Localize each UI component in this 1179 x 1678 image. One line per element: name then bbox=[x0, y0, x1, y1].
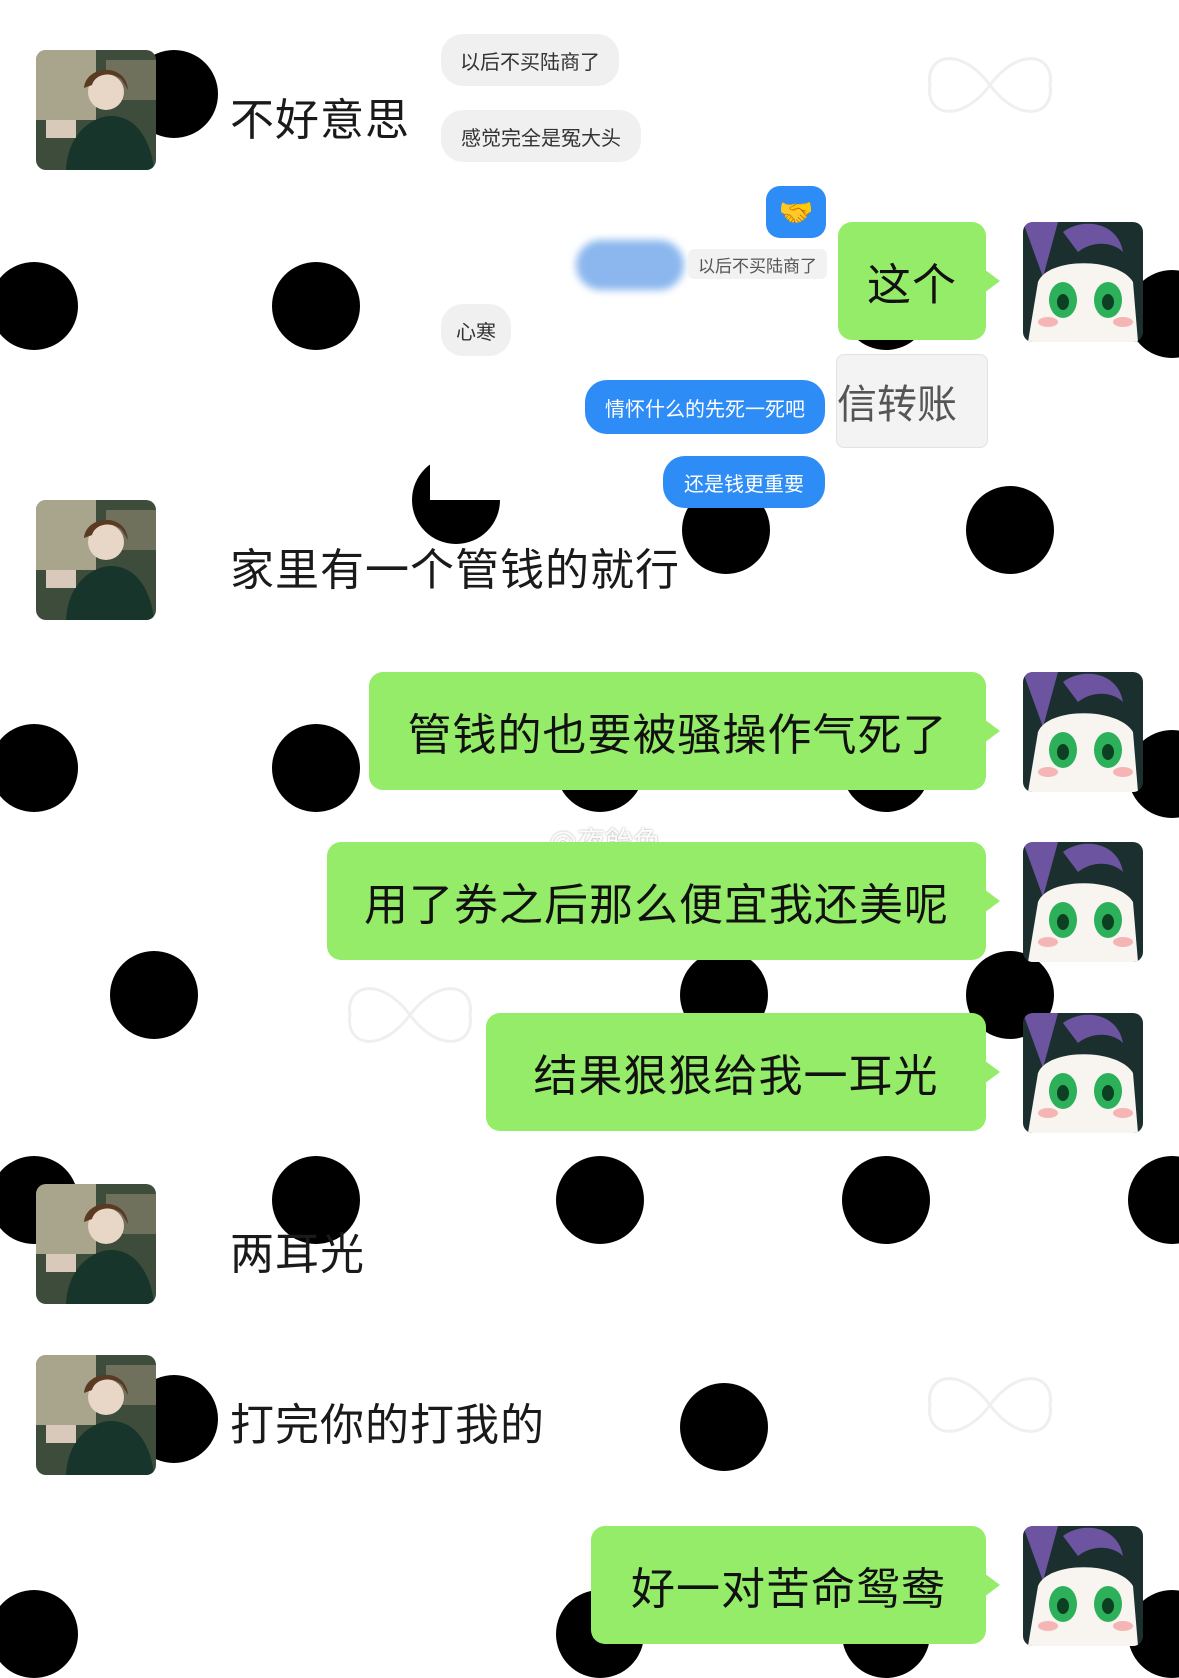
polka-dot bbox=[0, 1590, 78, 1678]
outgoing-message: 用了券之后那么便宜我还美呢 bbox=[327, 842, 1000, 960]
embedded-grey-message: 心寒 bbox=[441, 304, 511, 356]
bow-decoration bbox=[928, 57, 1052, 113]
polka-dot bbox=[966, 486, 1054, 574]
incoming-message: 家里有一个管钱的就行 bbox=[230, 545, 680, 596]
embedded-grey-message: 感觉完全是冤大头 bbox=[441, 110, 641, 162]
polka-dot bbox=[842, 1156, 930, 1244]
person-photo-icon bbox=[36, 50, 156, 170]
anime-character-icon bbox=[1023, 1013, 1143, 1133]
polka-dot bbox=[680, 1383, 768, 1471]
person-photo-icon bbox=[36, 500, 156, 620]
polka-dot bbox=[0, 724, 78, 812]
incoming-message: 不好意思 bbox=[230, 95, 410, 146]
incoming-message: 两耳光 bbox=[230, 1229, 365, 1280]
person-photo-icon bbox=[36, 1355, 156, 1475]
user-avatar[interactable] bbox=[1023, 1013, 1143, 1133]
embedded-grey-message: 以后不买陆商了 bbox=[441, 34, 619, 86]
outgoing-message: 这个 bbox=[838, 222, 1000, 340]
contact-avatar[interactable] bbox=[36, 1184, 156, 1304]
bow-decoration bbox=[348, 987, 472, 1043]
outgoing-message: 管钱的也要被骚操作气死了 bbox=[369, 672, 1000, 790]
contact-avatar[interactable] bbox=[36, 500, 156, 620]
contact-avatar[interactable] bbox=[36, 1355, 156, 1475]
polka-dot bbox=[1128, 1156, 1179, 1244]
transfer-card[interactable]: 信转账 bbox=[836, 354, 988, 448]
polka-dot bbox=[110, 951, 198, 1039]
anime-character-icon bbox=[1023, 672, 1143, 792]
polka-dot bbox=[556, 1156, 644, 1244]
anime-character-icon bbox=[1023, 1526, 1143, 1646]
outgoing-message: 结果狠狠给我一耳光 bbox=[486, 1013, 1000, 1131]
bow-decoration bbox=[928, 1377, 1052, 1433]
contact-avatar[interactable] bbox=[36, 50, 156, 170]
polka-dot bbox=[272, 262, 360, 350]
user-avatar[interactable] bbox=[1023, 842, 1143, 962]
embedded-blue-message: 情怀什么的先死一死吧 bbox=[585, 380, 825, 434]
user-avatar[interactable] bbox=[1023, 222, 1143, 342]
anime-character-icon bbox=[1023, 842, 1143, 962]
handshake-icon: 🤝 bbox=[778, 195, 814, 229]
incoming-message: 打完你的打我的 bbox=[230, 1400, 545, 1451]
polka-dot bbox=[272, 724, 360, 812]
polka-dot bbox=[0, 262, 78, 350]
outgoing-message: 好一对苦命鸳鸯 bbox=[591, 1526, 1000, 1644]
anime-character-icon bbox=[1023, 222, 1143, 342]
embedded-blue-message: 还是钱更重要 bbox=[663, 456, 825, 508]
blurred-name bbox=[576, 240, 684, 290]
handshake-emoji-bubble: 🤝 bbox=[766, 186, 826, 238]
transfer-card-label: 信转账 bbox=[837, 382, 957, 428]
person-photo-icon bbox=[36, 1184, 156, 1304]
user-avatar[interactable] bbox=[1023, 672, 1143, 792]
reply-quote: 以后不买陆商了 bbox=[688, 249, 827, 279]
user-avatar[interactable] bbox=[1023, 1526, 1143, 1646]
